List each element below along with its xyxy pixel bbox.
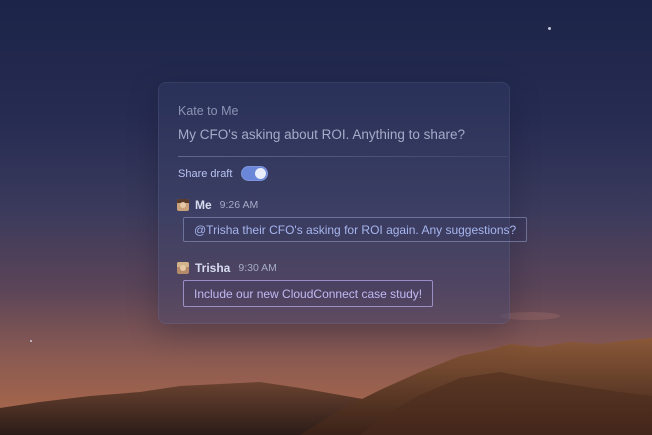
toggle-knob bbox=[255, 168, 267, 179]
avatar bbox=[177, 199, 189, 211]
message-bubble[interactable]: @Trisha their CFO's asking for ROI again… bbox=[183, 217, 528, 242]
star bbox=[548, 27, 551, 30]
divider bbox=[178, 156, 508, 157]
sender-name: Me bbox=[195, 198, 212, 212]
message-header: Trisha 9:30 AM bbox=[177, 261, 277, 275]
message-bubble[interactable]: Include our new CloudConnect case study! bbox=[183, 280, 434, 307]
share-draft-toggle[interactable] bbox=[241, 166, 269, 181]
share-draft-label: Share draft bbox=[178, 167, 233, 180]
chat-card: Kate to Me My CFO's asking about ROI. An… bbox=[158, 82, 528, 324]
message-header: Me 9:26 AM bbox=[177, 198, 258, 212]
message-time: 9:26 AM bbox=[219, 199, 259, 211]
sender-name: Trisha bbox=[195, 261, 231, 275]
message-time: 9:30 AM bbox=[238, 262, 277, 274]
star bbox=[30, 340, 32, 342]
share-draft-row: Share draft bbox=[178, 166, 269, 181]
avatar bbox=[177, 262, 189, 274]
thread-header: Kate to Me bbox=[178, 104, 239, 118]
thread-subject: My CFO's asking about ROI. Anything to s… bbox=[178, 127, 465, 142]
